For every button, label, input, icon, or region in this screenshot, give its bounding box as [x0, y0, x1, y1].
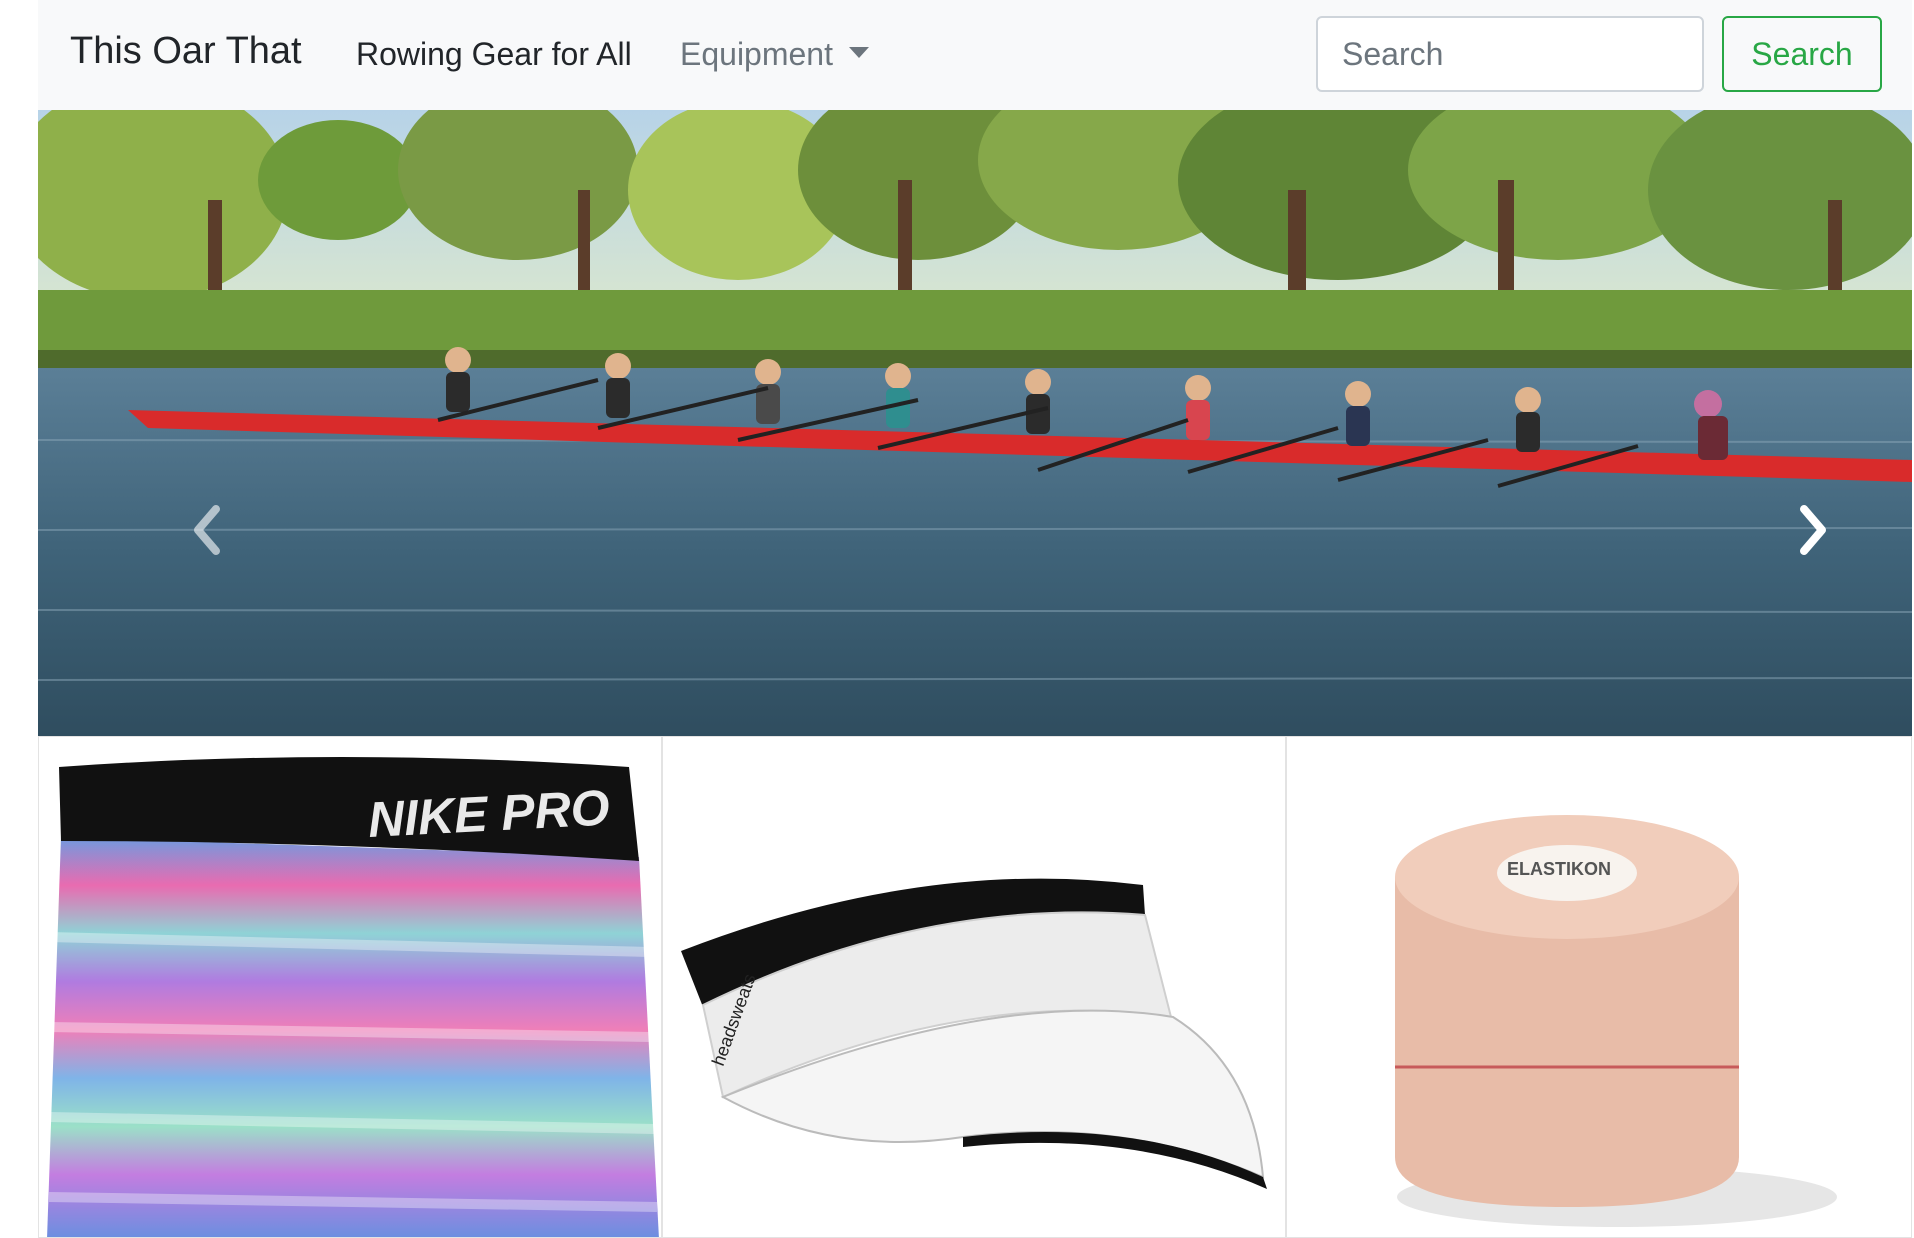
- carousel-prev-control[interactable]: [178, 495, 238, 565]
- chevron-right-icon: [1800, 505, 1826, 555]
- chevron-left-icon: [194, 505, 220, 555]
- tape-brand-print: ELASTIKON: [1507, 859, 1611, 879]
- search-button[interactable]: Search: [1722, 16, 1882, 92]
- nike-pro-shorts-image: NIKE PRO: [47, 757, 659, 1237]
- product-grid: NIKE PRO headsweats ELASTIKON: [38, 736, 1912, 1238]
- caret-down-icon: [848, 47, 869, 59]
- navbar: This Oar That Rowing Gear for All Equipm…: [38, 0, 1912, 110]
- carousel-next-control[interactable]: [1782, 495, 1842, 565]
- nav-link-rowing-gear[interactable]: Rowing Gear for All: [356, 36, 632, 73]
- nav-dropdown-equipment[interactable]: Equipment: [680, 36, 869, 73]
- rowing-eight-photo: [38, 110, 1912, 736]
- brand-link[interactable]: This Oar That: [70, 30, 302, 73]
- product-card-visor[interactable]: headsweats: [662, 736, 1286, 1238]
- product-card-tape[interactable]: ELASTIKON: [1286, 736, 1912, 1238]
- white-visor-image: headsweats: [681, 878, 1267, 1189]
- product-card-shorts[interactable]: NIKE PRO: [38, 736, 662, 1238]
- page: This Oar That Rowing Gear for All Equipm…: [38, 0, 1912, 1238]
- search-input[interactable]: [1316, 16, 1704, 92]
- hero-carousel[interactable]: [38, 110, 1912, 736]
- athletic-tape-image: ELASTIKON: [1395, 815, 1837, 1227]
- nav-dropdown-label: Equipment: [680, 36, 833, 72]
